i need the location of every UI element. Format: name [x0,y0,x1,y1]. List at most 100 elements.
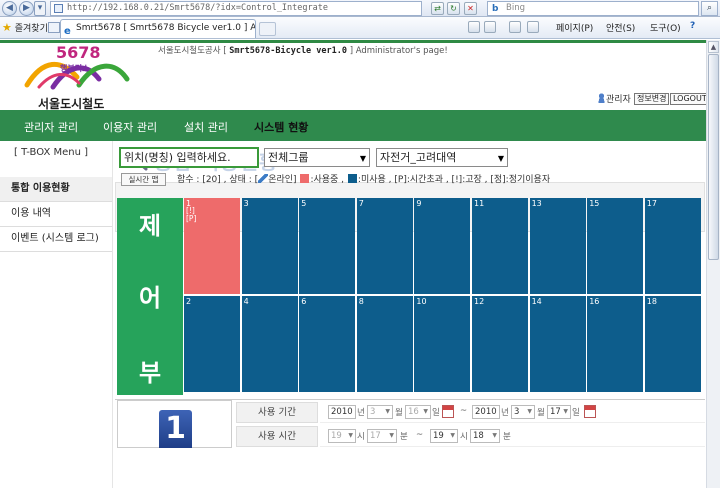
search-input[interactable]: b Bing [487,1,699,16]
back-icon[interactable]: ◀ [2,1,17,16]
realtime-map-button[interactable]: 실시간 맵 [121,173,166,186]
to-year-select[interactable]: 2010 [472,405,500,419]
sidebar-item-usage-history[interactable]: 이용 내역 [0,202,112,227]
to-minute-select[interactable]: 18 ▼ [470,429,500,443]
station-select[interactable]: 자전거_고려대역 ▼ [376,148,508,167]
print-icon[interactable] [527,21,539,33]
mail-icon[interactable] [509,21,521,33]
help-icon[interactable]: ? [690,21,695,31]
bay-slot-8[interactable]: 8 [356,295,413,392]
location-search-input[interactable]: 위치(명칭) 입력하세요. [119,147,259,168]
period-tilde: ~ [460,406,468,416]
bay-slot-11[interactable]: 11 [472,198,529,294]
bay-slot-17[interactable]: 17 [644,198,701,294]
group-select-value: 전체그룹 [268,151,309,164]
bing-icon: b [492,4,499,14]
refresh-icon[interactable]: ↻ [447,2,460,15]
legend-in-use: :사용중 , [310,175,345,185]
chevron-down-icon: ▼ [348,432,353,439]
to-day-select[interactable]: 17 ▼ [547,405,571,419]
calendar-icon[interactable] [442,405,454,418]
group-select[interactable]: 전체그룹 ▼ [264,148,370,167]
chevron-down-icon: ▼ [492,432,497,439]
stop-icon[interactable]: ✕ [464,2,477,15]
bay-number: 14 [531,296,542,306]
time-label: 사용 시간 [236,426,318,447]
bay-slot-15[interactable]: 15 [587,198,644,294]
logo-tagline: 행복미소 [60,64,90,73]
scroll-thumb[interactable] [708,54,719,260]
from-minute-value: 17 [370,431,381,441]
forward-icon[interactable]: ▶ [19,1,34,16]
feeds-icon[interactable] [484,21,496,33]
logout-button[interactable]: LOGOUT [670,93,706,105]
star-icon: ★ [2,21,12,34]
admin-banner: 서울도시철도공사 [ Smrt5678-Bicycle ver1.0 ] Adm… [158,44,448,56]
from-day-select[interactable]: 16 ▼ [405,405,431,419]
bay-slot-16[interactable]: 16 [587,295,644,392]
bay-slot-6[interactable]: 6 [299,295,356,392]
bay-number: 12 [474,296,485,306]
menu-install-manage[interactable]: 설치 관리 [184,119,228,135]
bay-slot-5[interactable]: 5 [299,198,356,294]
bay-slot-12[interactable]: 12 [472,295,529,392]
sidebar-item-integrated-status[interactable]: 통합 이용현황 [0,177,112,202]
new-tab-button[interactable] [259,22,276,36]
chevron-down-icon: ▼ [450,432,455,439]
month-unit: 월 [537,408,545,418]
bay-slot-18[interactable]: 18 [644,295,701,392]
home-icon[interactable] [468,21,480,33]
bay-slot-13[interactable]: 13 [529,198,586,294]
bay-slot-9[interactable]: 9 [414,198,471,294]
bay-number: 7 [358,199,364,208]
ie-icon: e [64,26,71,37]
browser-tab[interactable]: e Smrt5678 [ Smrt5678 Bicycle ver1.0 ] A… [60,19,256,38]
main-menu: 관리자 관리 이용자 관리 설치 관리 시스템 현황 [0,110,706,141]
tools-menu[interactable]: 도구(O) [650,21,681,34]
bay-slot-7[interactable]: 7 [356,198,413,294]
minute-unit: 분 [400,432,408,442]
to-day-value: 17 [550,407,561,417]
bay-slot-4[interactable]: 4 [241,295,298,392]
hour-unit: 시 [357,432,365,442]
bay-slot-10[interactable]: 10 [414,295,471,392]
to-month-select[interactable]: 3 ▼ [511,405,535,419]
scroll-up-icon[interactable]: ▲ [708,41,719,53]
admin-suffix: ] Administrator's page! [349,46,448,56]
control-char-3: 부 [138,359,162,387]
history-dropdown-icon[interactable]: ▾ [34,1,46,16]
quick-tabs-icon[interactable] [48,22,60,33]
address-bar[interactable]: http://192.168.0.21/Smrt5678/?idx=Contro… [50,1,422,16]
from-year-select[interactable]: 2010 [328,405,356,419]
bay-slot-3[interactable]: 3 [241,198,298,294]
to-hour-select[interactable]: 19 ▼ [430,429,458,443]
site-logo[interactable]: 5678 행복미소 서울도시철도 [20,43,132,111]
from-hour-select[interactable]: 19 ▼ [328,429,356,443]
vertical-scrollbar[interactable]: ▲ [706,40,720,488]
search-icon[interactable]: ⌕ [701,1,718,16]
control-unit-label: 제 어 부 [117,198,183,395]
menu-user-manage[interactable]: 이용자 관리 [103,119,157,135]
menu-system-status[interactable]: 시스템 현황 [254,119,308,135]
bay-slot-1[interactable]: 1 [!] [P] [184,198,241,294]
sidebar-item-event-log[interactable]: 이벤트 (시스템 로그) [0,227,112,252]
bay-slot-14[interactable]: 14 [529,295,586,392]
bay-number: 4 [243,296,249,306]
safety-menu[interactable]: 안전(S) [606,21,635,34]
compat-view-icon[interactable]: ⇄ [431,2,444,15]
menu-admin-manage[interactable]: 관리자 관리 [24,119,78,135]
search-placeholder: Bing [506,3,525,13]
favorites-button[interactable]: ★ 즐겨찾기 [2,21,48,34]
bay-slot-2[interactable]: 2 [184,295,241,392]
tab-title: Smrt5678 [ Smrt5678 Bicycle ver1.0 ] Adm… [76,23,256,33]
admin-user: 관리자 [597,92,631,105]
profile-button[interactable]: 정보변경 [634,93,670,105]
calendar-icon[interactable] [584,405,596,418]
chevron-down-icon: ▼ [385,408,390,415]
from-minute-select[interactable]: 17 ▼ [367,429,397,443]
bay-number: 16 [589,296,600,306]
from-day-value: 16 [408,407,419,417]
from-month-select[interactable]: 3 ▼ [367,405,393,419]
page-menu[interactable]: 페이지(P) [556,21,593,34]
chevron-down-icon: ▼ [497,154,504,163]
